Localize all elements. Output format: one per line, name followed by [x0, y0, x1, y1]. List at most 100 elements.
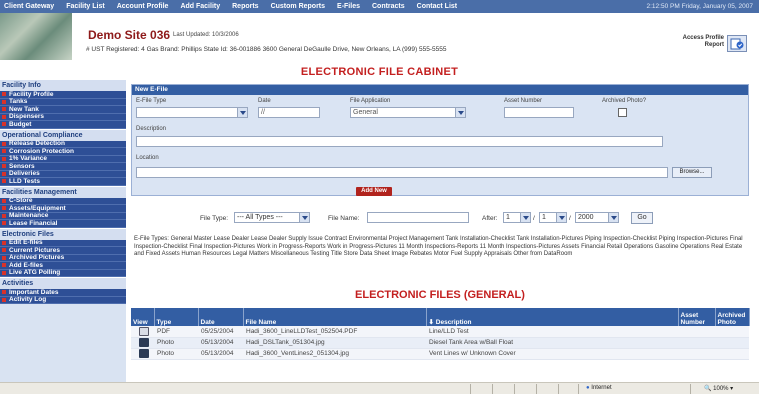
pdf-file-icon[interactable] — [139, 326, 149, 336]
file-name-cell: Hadi_3600_LineLLDTest_052504.PDF — [243, 326, 426, 338]
type-cell: Photo — [154, 337, 198, 349]
sidebar-item-budget[interactable]: Budget — [0, 121, 126, 129]
type-cell: Photo — [154, 348, 198, 360]
nav-reports[interactable]: Reports — [232, 3, 258, 10]
bullet-icon — [2, 255, 6, 260]
table-row[interactable]: PDF 05/25/2004 Hadi_3600_LineLLDTest_052… — [131, 326, 749, 338]
bullet-icon — [2, 149, 6, 154]
nav-contact-list[interactable]: Contact List — [417, 3, 457, 10]
asset-number-input[interactable] — [504, 107, 574, 118]
description-input[interactable] — [136, 136, 663, 147]
bullet-icon — [2, 221, 6, 226]
sidebar-item-label: New Tank — [9, 105, 39, 113]
report-icon[interactable] — [727, 35, 747, 52]
access-profile-report-link[interactable]: Access Profile Report — [676, 35, 724, 49]
archived-photo-label: Archived Photo? — [602, 98, 647, 104]
type-cell: PDF — [154, 326, 198, 338]
table-row[interactable]: Photo 05/13/2004 Hadi_3600_VentLines2_05… — [131, 348, 749, 360]
bullet-icon — [2, 99, 6, 104]
bullet-icon — [2, 263, 6, 268]
sidebar-item-label: Sensors — [9, 162, 35, 170]
after-day-value: 1 — [542, 214, 546, 221]
camera-icon[interactable] — [139, 338, 149, 347]
description-cell: Vent Lines w/ Unknown Cover — [426, 348, 678, 360]
archived-photo-checkbox[interactable] — [618, 108, 627, 117]
file-filter-bar: File Type: --- All Types --- File Name: … — [200, 212, 660, 225]
date-label: Date — [258, 98, 271, 104]
sidebar-item-label: C-Store — [9, 197, 33, 204]
nav-contracts[interactable]: Contracts — [372, 3, 405, 10]
date-input[interactable]: // — [258, 107, 320, 118]
sidebar-section-facility-info: Facility Info — [0, 79, 126, 91]
date-cell: 05/13/2004 — [198, 337, 243, 349]
file-name-filter-input[interactable] — [367, 212, 469, 223]
sidebar-section-operational-compliance: Operational Compliance — [0, 128, 126, 141]
browse-button[interactable]: Browse... — [672, 167, 712, 178]
sidebar-item-label: Add E-files — [9, 261, 43, 269]
file-type-filter-select[interactable]: --- All Types --- — [234, 212, 310, 223]
go-button[interactable]: Go — [631, 212, 653, 224]
bullet-icon — [2, 240, 6, 245]
after-year-value: 2000 — [578, 214, 594, 221]
camera-icon[interactable] — [139, 349, 149, 358]
security-zone-label: Internet — [591, 385, 612, 391]
location-file-input[interactable] — [136, 167, 668, 178]
col-header-asset-number[interactable]: Asset Number — [678, 308, 716, 326]
after-month-value: 1 — [506, 214, 510, 221]
sidebar-item-lease-financial[interactable]: Lease Financial — [0, 220, 126, 228]
sidebar-item-activity-log[interactable]: Activity Log — [0, 296, 126, 304]
col-header-file-name[interactable]: File Name — [243, 308, 427, 326]
archived-photo-cell — [715, 326, 749, 338]
nav-facility-list[interactable]: Facility List — [66, 3, 105, 10]
nav-account-profile[interactable]: Account Profile — [117, 3, 169, 10]
sidebar-item-lld-tests[interactable]: LLD Tests — [0, 178, 126, 186]
col-header-description[interactable]: ⬇ Description — [426, 308, 679, 326]
col-header-type[interactable]: Type — [154, 308, 199, 326]
bullet-icon — [2, 107, 6, 112]
site-info: # UST Registered: 4 Gas Brand: Phillips … — [86, 46, 447, 53]
view-cell[interactable] — [131, 326, 154, 338]
nav-add-facility[interactable]: Add Facility — [180, 3, 220, 10]
chevron-down-icon — [608, 213, 618, 222]
bullet-icon — [2, 198, 6, 203]
table-row[interactable]: Photo 05/13/2004 Hadi_DSLTank_051304.jpg… — [131, 337, 749, 349]
bullet-icon — [2, 122, 6, 127]
after-month-select[interactable]: 1 — [503, 212, 531, 223]
sidebar-item-label: Deliveries — [9, 170, 40, 177]
browser-status-bar: ● Internet 🔍 100% ▾ — [0, 382, 759, 394]
nav-efiles[interactable]: E-Files — [337, 3, 360, 10]
bullet-icon — [2, 164, 6, 169]
efile-type-select[interactable] — [136, 107, 248, 118]
asset-number-cell — [678, 326, 715, 338]
bullet-icon — [2, 114, 6, 119]
col-header-date[interactable]: Date — [198, 308, 244, 326]
globe-icon: ● — [586, 385, 590, 391]
site-thumbnail-image — [0, 13, 72, 60]
nav-custom-reports[interactable]: Custom Reports — [271, 3, 325, 10]
top-navigation-bar: Client Gateway Facility List Account Pro… — [0, 0, 759, 13]
security-zone[interactable]: ● Internet — [586, 385, 612, 391]
zoom-control[interactable]: 🔍 100% ▾ — [704, 385, 733, 392]
sidebar-item-label: Tanks — [9, 98, 28, 105]
col-header-archived-photo[interactable]: Archived Photo — [715, 308, 750, 326]
file-application-value: General — [353, 109, 378, 116]
file-application-select[interactable]: General — [350, 107, 466, 118]
col-header-view[interactable]: View — [131, 308, 155, 326]
site-title: Demo Site 036 — [88, 28, 171, 42]
chevron-down-icon — [556, 213, 566, 222]
after-day-select[interactable]: 1 — [539, 212, 567, 223]
sidebar-item-live-atg-polling[interactable]: Live ATG Polling — [0, 269, 126, 277]
bullet-icon — [2, 290, 6, 295]
nav-client-gateway[interactable]: Client Gateway — [4, 3, 54, 10]
view-cell[interactable] — [131, 348, 154, 360]
add-new-button[interactable]: Add New — [356, 187, 392, 196]
sidebar-section-activities: Activities — [0, 277, 126, 289]
location-label: Location — [136, 155, 159, 161]
asset-number-label: Asset Number — [504, 98, 543, 104]
bullet-icon — [2, 248, 6, 253]
zoom-icon: 🔍 — [704, 386, 712, 392]
bullet-icon — [2, 179, 6, 184]
view-cell[interactable] — [131, 337, 154, 349]
after-label: After: — [482, 215, 498, 222]
after-year-select[interactable]: 2000 — [575, 212, 619, 223]
